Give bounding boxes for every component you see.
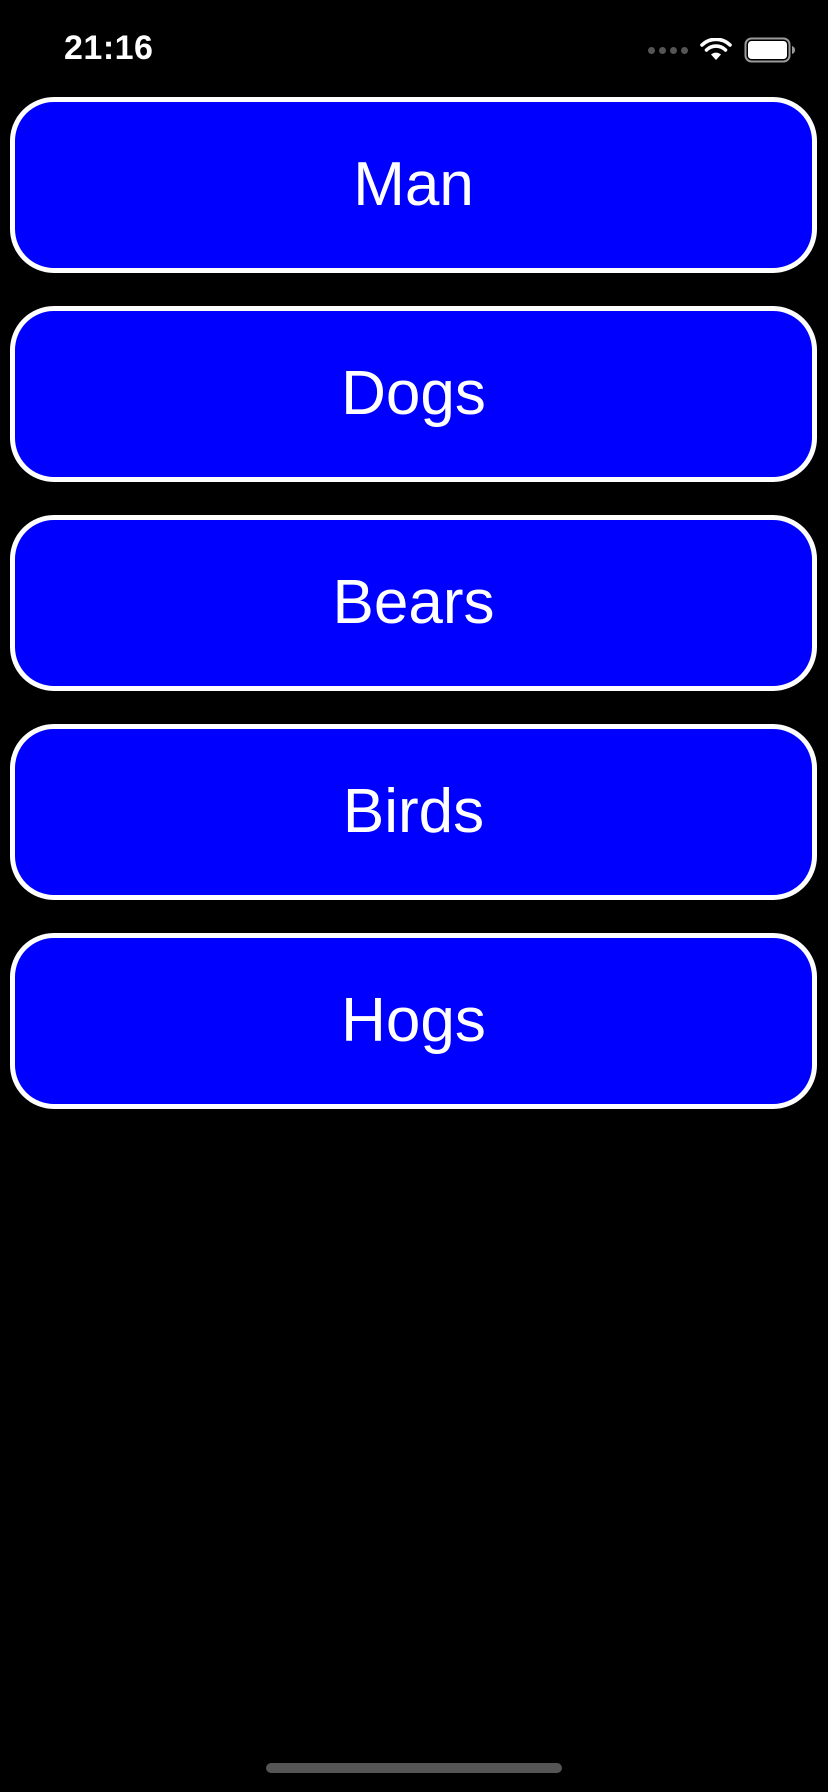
birds-button-label: Birds <box>342 777 485 846</box>
signal-dots-icon <box>648 46 688 54</box>
birds-button[interactable]: Birds <box>10 724 817 900</box>
animal-button-list: Man Dogs Bears Birds Hogs <box>10 97 817 1142</box>
home-indicator[interactable] <box>266 1763 562 1773</box>
dogs-button[interactable]: Dogs <box>10 306 817 482</box>
man-button[interactable]: Man <box>10 97 817 273</box>
hogs-button[interactable]: Hogs <box>10 933 817 1109</box>
hogs-button-label: Hogs <box>341 986 486 1055</box>
status-icons <box>648 36 796 64</box>
battery-icon <box>744 37 796 63</box>
bears-button[interactable]: Bears <box>10 515 817 691</box>
dogs-button-label: Dogs <box>341 359 486 428</box>
wifi-icon <box>700 38 732 62</box>
status-bar: 21:16 <box>0 0 828 96</box>
status-time: 21:16 <box>64 29 154 67</box>
man-button-label: Man <box>353 150 474 219</box>
bears-button-label: Bears <box>332 568 495 637</box>
